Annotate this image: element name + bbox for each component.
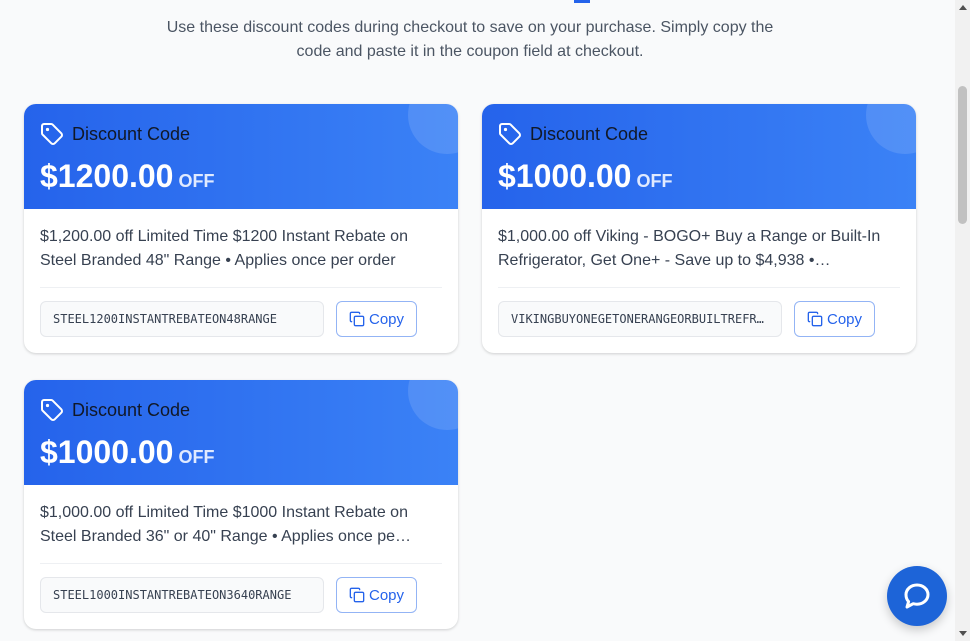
- tag-icon: [498, 122, 522, 146]
- discount-code[interactable]: STEEL1200INSTANTREBATEON48RANGE: [53, 312, 277, 326]
- off-label: OFF: [636, 171, 673, 191]
- copy-button[interactable]: Copy: [336, 301, 417, 337]
- copy-label: Copy: [826, 310, 863, 328]
- discount-code[interactable]: STEEL1000INSTANTREBATEON3640RANGE: [53, 588, 291, 602]
- card-label: Discount Code: [72, 400, 191, 420]
- off-label: OFF: [178, 171, 215, 191]
- card-label: Discount Code: [530, 124, 649, 144]
- scroll-up-arrow-icon[interactable]: [959, 5, 967, 10]
- code-field[interactable]: STEEL1200INSTANTREBATEON48RANGE: [40, 301, 324, 337]
- copy-button[interactable]: Copy: [794, 301, 875, 337]
- header-decoration: [408, 380, 458, 430]
- header-decoration: [408, 104, 458, 154]
- heading-accent: [574, 0, 590, 3]
- scroll-down-arrow-icon[interactable]: [959, 631, 967, 636]
- copy-icon: [807, 311, 823, 327]
- tag-icon: [40, 122, 64, 146]
- intro-line-1: Use these discount codes during checkout…: [166, 19, 774, 36]
- discount-card: Discount Code $1000.00 OFF $1,000.00 off…: [24, 380, 458, 629]
- chat-button[interactable]: [887, 566, 947, 626]
- tag-icon: [40, 398, 64, 422]
- card-header: Discount Code $1200.00 OFF: [24, 104, 458, 209]
- card-header: Discount Code $1000.00 OFF: [482, 104, 916, 209]
- intro-text: Use these discount codes during checkout…: [120, 16, 820, 64]
- copy-icon: [349, 311, 365, 327]
- card-header: Discount Code $1000.00 OFF: [24, 380, 458, 485]
- copy-icon: [349, 587, 365, 603]
- discount-description: $1,000.00 off Viking - BOGO+ Buy a Range…: [498, 225, 900, 288]
- discount-card: Discount Code $1200.00 OFF $1,200.00 off…: [24, 104, 458, 353]
- copy-button[interactable]: Copy: [336, 577, 417, 613]
- off-label: OFF: [178, 447, 215, 467]
- discount-description: $1,000.00 off Limited Time $1000 Instant…: [40, 501, 442, 564]
- code-field[interactable]: VIKINGBUYONEGETONERANGEORBUILTREFRI…: [498, 301, 782, 337]
- scrollbar-thumb[interactable]: [958, 86, 967, 224]
- page-scrollbar[interactable]: [955, 0, 970, 641]
- copy-label: Copy: [368, 586, 405, 604]
- discount-amount: $1000.00: [498, 158, 632, 194]
- card-label: Discount Code: [72, 124, 191, 144]
- discount-amount: $1200.00: [40, 158, 174, 194]
- discount-description: $1,200.00 off Limited Time $1200 Instant…: [40, 225, 442, 288]
- discount-card: Discount Code $1000.00 OFF $1,000.00 off…: [482, 104, 916, 353]
- chat-bubble-icon: [904, 583, 930, 609]
- intro-line-2: code and paste it in the coupon field at…: [296, 43, 644, 60]
- code-field[interactable]: STEEL1000INSTANTREBATEON3640RANGE: [40, 577, 324, 613]
- discount-code[interactable]: VIKINGBUYONEGETONERANGEORBUILTREFRI…: [511, 312, 769, 326]
- discount-amount: $1000.00: [40, 434, 174, 470]
- header-decoration: [866, 104, 916, 154]
- copy-label: Copy: [368, 310, 405, 328]
